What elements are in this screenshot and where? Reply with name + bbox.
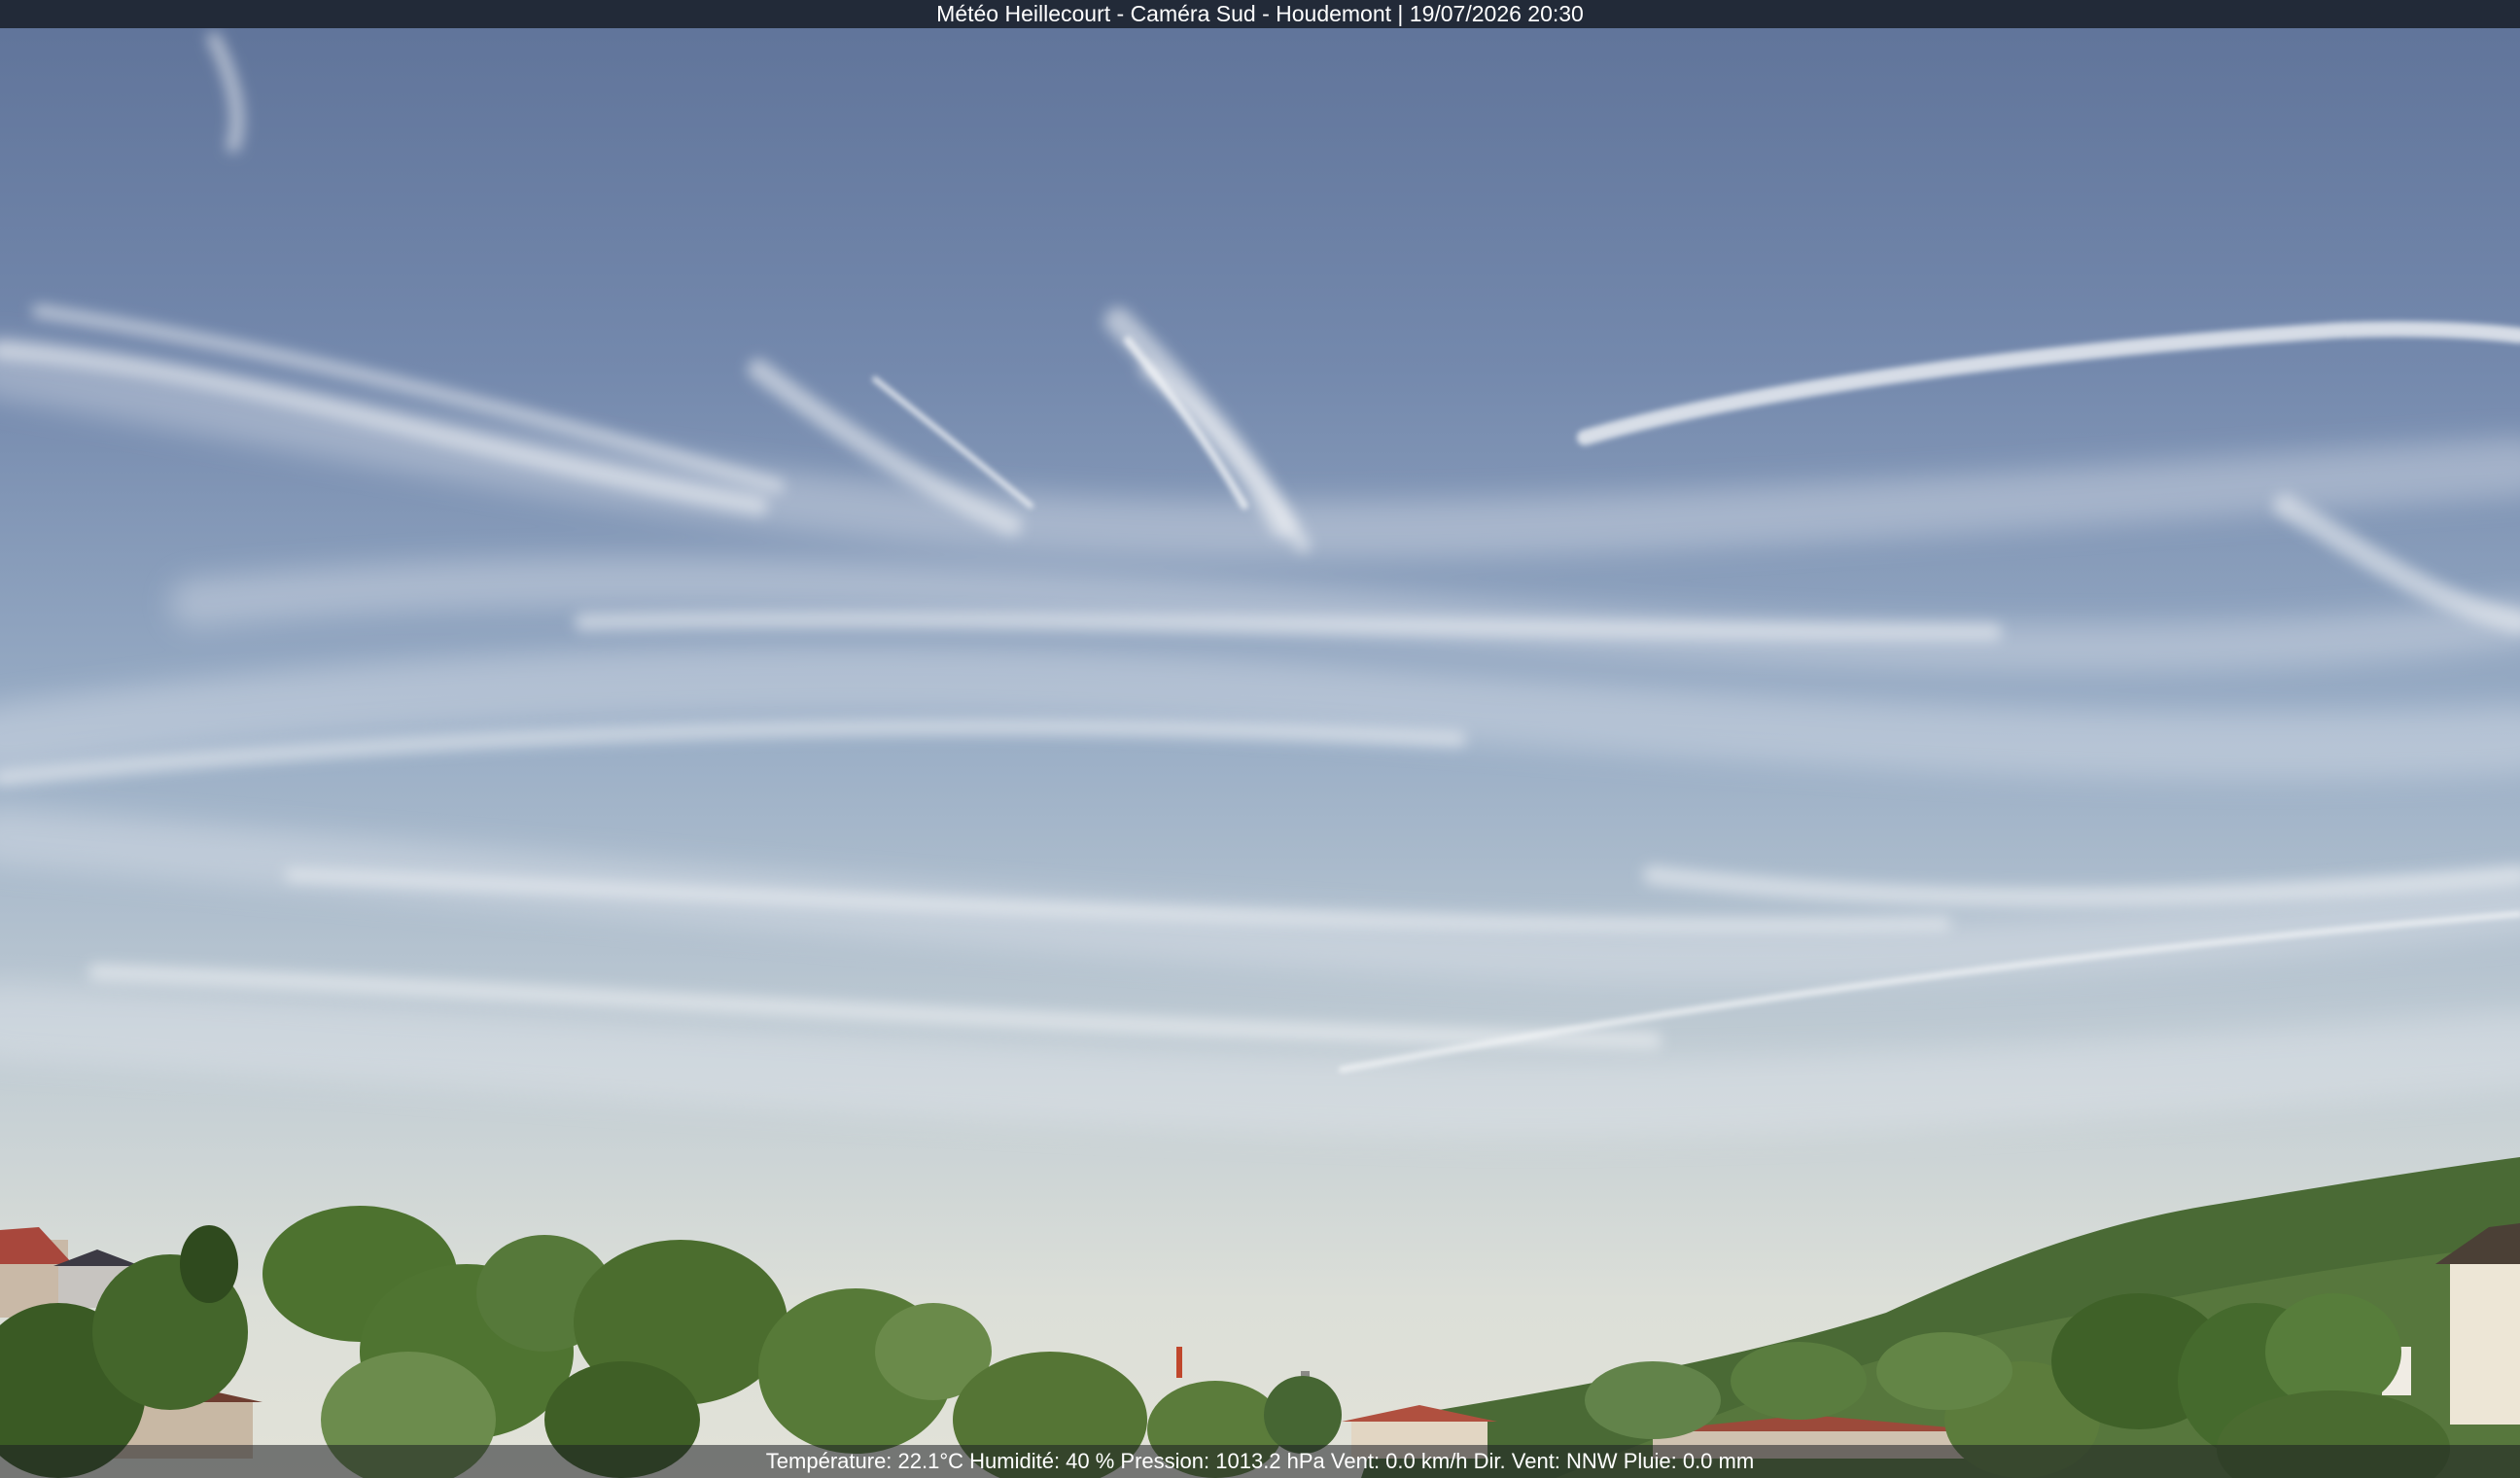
weather-info-bar: Température: 22.1°C Humidité: 40 % Press…: [0, 1445, 2520, 1478]
webcam-frame: Météo Heillecourt - Caméra Sud - Houdemo…: [0, 0, 2520, 1478]
sky-landscape-scene: [0, 0, 2520, 1478]
camera-title-bar: Météo Heillecourt - Caméra Sud - Houdemo…: [0, 0, 2520, 28]
